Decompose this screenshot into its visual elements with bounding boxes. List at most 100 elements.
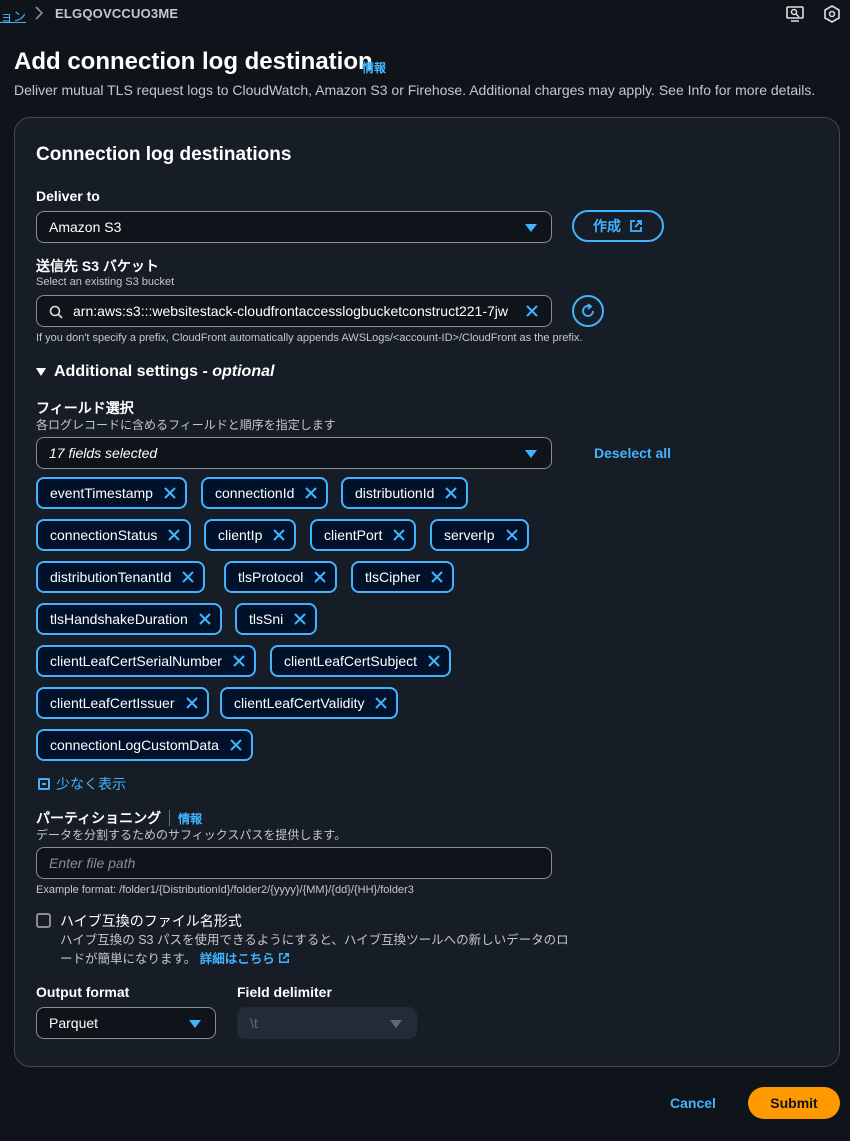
remove-icon[interactable] xyxy=(505,528,519,542)
shield-settings-icon[interactable] xyxy=(822,4,842,24)
optional-tag: - optional xyxy=(198,363,275,380)
token-clientIp: clientIp xyxy=(204,519,297,551)
additional-settings-toggle[interactable]: Additional settings - optional xyxy=(36,363,274,381)
screen-search-icon[interactable] xyxy=(785,4,805,24)
file-path-input[interactable]: Enter file path xyxy=(36,847,552,879)
caret-down-icon xyxy=(189,1020,201,1028)
remove-icon[interactable] xyxy=(163,486,177,500)
token-serverIp: serverIp xyxy=(430,519,529,551)
partitioning-label: パーティショニング xyxy=(36,810,162,826)
create-button-label: 作成 xyxy=(593,218,621,234)
token-distributionId: distributionId xyxy=(341,477,469,509)
connection-log-panel: Connection log destinations Deliver to A… xyxy=(14,117,840,1067)
deliver-to-select[interactable]: Amazon S3 xyxy=(36,211,552,243)
remove-icon[interactable] xyxy=(430,570,444,584)
token-label: tlsSni xyxy=(249,611,284,627)
file-path-placeholder: Enter file path xyxy=(49,855,136,871)
remove-icon[interactable] xyxy=(392,528,406,542)
remove-icon[interactable] xyxy=(313,570,327,584)
field-delimiter-label: Field delimiter xyxy=(237,984,332,1000)
external-link-icon xyxy=(279,952,290,964)
partitioning-example: Example format: /folder1/{DistributionId… xyxy=(36,884,414,896)
remove-icon[interactable] xyxy=(185,696,199,710)
show-less-button[interactable]: 少なく表示 xyxy=(38,774,126,794)
partitioning-description: データを分割するためのサフィックスパスを提供します。 xyxy=(36,828,347,842)
panel-title: Connection log destinations xyxy=(36,144,292,165)
chevron-right-icon xyxy=(35,6,44,20)
field-selection-description: 各ログレコードに含めるフィールドと順序を指定します xyxy=(36,418,336,432)
remove-icon[interactable] xyxy=(304,486,318,500)
token-label: distributionTenantId xyxy=(50,569,172,585)
deselect-all-button[interactable]: Deselect all xyxy=(594,445,671,461)
remove-icon[interactable] xyxy=(232,654,246,668)
external-link-icon xyxy=(630,220,642,232)
remove-icon[interactable] xyxy=(293,612,307,626)
remove-icon[interactable] xyxy=(198,612,212,626)
field-selection-label: フィールド選択 xyxy=(36,400,134,416)
token-label: connectionId xyxy=(215,485,295,501)
hive-description-block: ハイブ互換の S3 パスを使用できるようにすると、ハイブ互換ツールへの新しいデー… xyxy=(60,931,580,969)
token-label: tlsHandshakeDuration xyxy=(50,611,188,627)
caret-down-icon xyxy=(390,1020,402,1028)
page-description: Deliver mutual TLS request logs to Cloud… xyxy=(14,82,816,98)
remove-icon[interactable] xyxy=(374,696,388,710)
fields-selected-count: 17 fields selected xyxy=(49,445,158,461)
token-label: clientLeafCertIssuer xyxy=(50,695,175,711)
token-tlsSni: tlsSni xyxy=(235,603,318,635)
token-connectionStatus: connectionStatus xyxy=(36,519,192,551)
token-distributionTenantId: distributionTenantId xyxy=(36,561,206,593)
bucket-label: 送信先 S3 バケット xyxy=(36,258,159,274)
remove-icon[interactable] xyxy=(427,654,441,668)
token-label: tlsCipher xyxy=(365,569,421,585)
field-delimiter-value: \t xyxy=(250,1015,258,1031)
token-clientLeafCertSubject: clientLeafCertSubject xyxy=(270,645,452,677)
clear-icon[interactable] xyxy=(525,304,539,318)
partitioning-info-link[interactable]: 情報 xyxy=(178,810,202,827)
bucket-search-input[interactable]: arn:aws:s3:::websitestack-cloudfrontacce… xyxy=(36,295,552,327)
remove-icon[interactable] xyxy=(229,738,243,752)
bucket-description: Select an existing S3 bucket xyxy=(36,276,175,288)
learn-more-label: 詳細はこちら xyxy=(199,952,275,966)
breadcrumb-current: ELGQOVCCUO3ME xyxy=(55,6,179,21)
bucket-value: arn:aws:s3:::websitestack-cloudfrontacce… xyxy=(73,303,508,319)
breadcrumb-previous[interactable]: ョン xyxy=(0,6,26,25)
submit-label: Submit xyxy=(770,1095,818,1111)
remove-icon[interactable] xyxy=(444,486,458,500)
caret-down-icon xyxy=(525,224,537,232)
partitioning-header: パーティショニング 情報 xyxy=(36,808,202,828)
additional-settings-title: Additional settings xyxy=(54,363,198,380)
collapse-icon xyxy=(38,778,50,790)
token-label: connectionStatus xyxy=(50,527,158,543)
cancel-button[interactable]: Cancel xyxy=(670,1095,716,1111)
top-bar: ョン ELGQOVCCUO3ME xyxy=(0,0,850,30)
token-connectionId: connectionId xyxy=(201,477,329,509)
info-link[interactable]: 情報 xyxy=(362,59,386,76)
token-label: clientLeafCertValidity xyxy=(234,695,365,711)
token-clientLeafCertSerialNumber: clientLeafCertSerialNumber xyxy=(36,645,256,677)
token-tlsCipher: tlsCipher xyxy=(351,561,455,593)
token-clientLeafCertValidity: clientLeafCertValidity xyxy=(220,687,399,719)
bucket-prefix-hint: If you don't specify a prefix, CloudFron… xyxy=(36,332,583,344)
token-label: clientPort xyxy=(324,527,383,543)
remove-icon[interactable] xyxy=(167,528,181,542)
token-eventTimestamp: eventTimestamp xyxy=(36,477,187,509)
token-label: tlsProtocol xyxy=(238,569,304,585)
token-label: distributionId xyxy=(355,485,435,501)
token-clientLeafCertIssuer: clientLeafCertIssuer xyxy=(36,687,209,719)
refresh-button[interactable] xyxy=(572,295,604,327)
remove-icon[interactable] xyxy=(272,528,286,542)
create-button[interactable]: 作成 xyxy=(572,210,664,242)
hive-description: ハイブ互換の S3 パスを使用できるようにすると、ハイブ互換ツールへの新しいデー… xyxy=(60,933,569,966)
output-format-select[interactable]: Parquet xyxy=(36,1007,216,1039)
output-format-label: Output format xyxy=(36,984,130,1000)
fields-multiselect[interactable]: 17 fields selected xyxy=(36,437,552,469)
token-tlsProtocol: tlsProtocol xyxy=(224,561,338,593)
deliver-to-label: Deliver to xyxy=(36,188,100,204)
submit-button[interactable]: Submit xyxy=(748,1087,840,1119)
learn-more-link[interactable]: 詳細はこちら xyxy=(200,952,291,966)
token-clientPort: clientPort xyxy=(310,519,417,551)
token-label: connectionLogCustomData xyxy=(50,737,219,753)
hive-checkbox[interactable] xyxy=(36,913,51,928)
remove-icon[interactable] xyxy=(181,570,195,584)
token-connectionLogCustomData: connectionLogCustomData xyxy=(36,729,253,761)
